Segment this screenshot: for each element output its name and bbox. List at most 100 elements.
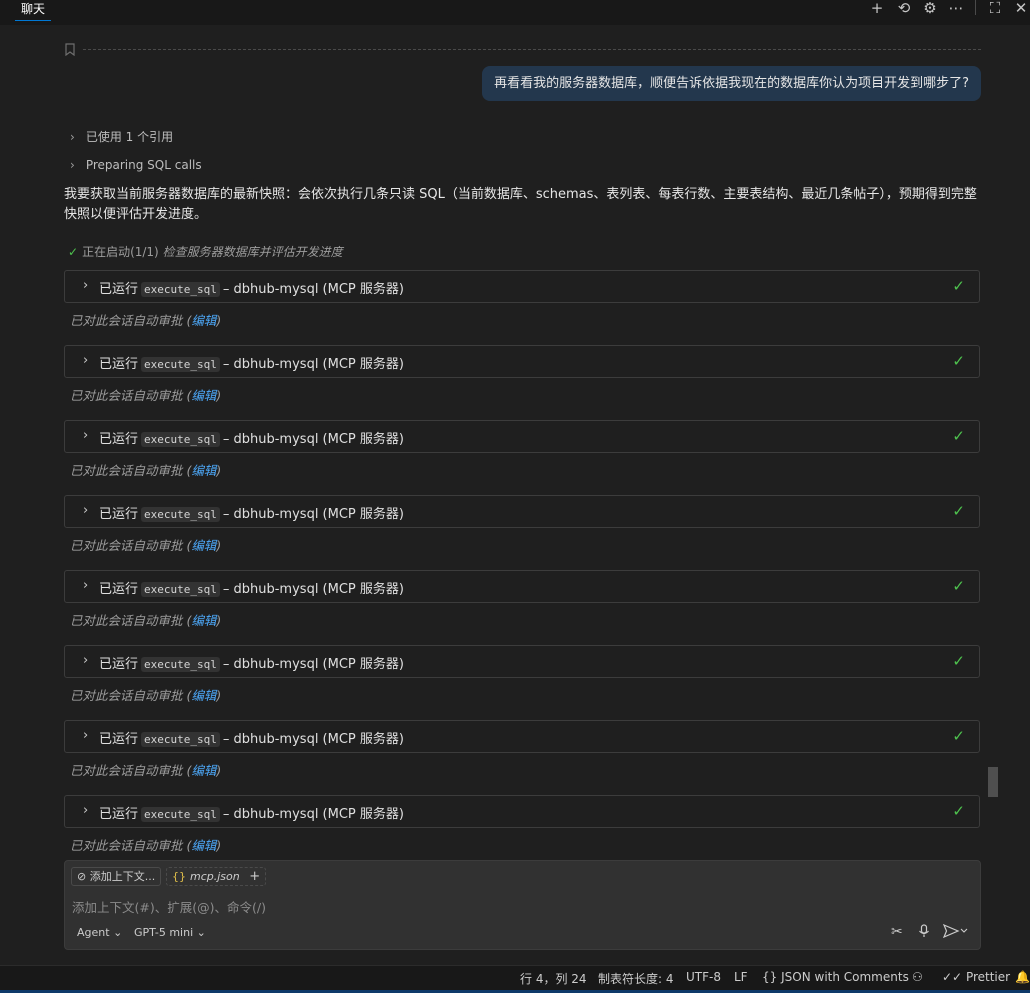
auto-approval-note: 已对此会话自动审批 (编辑) bbox=[70, 310, 221, 329]
edit-link[interactable]: 编辑 bbox=[191, 388, 216, 403]
approval-close: ) bbox=[216, 763, 222, 778]
tool-server: – dbhub-mysql (MCP 服务器) bbox=[222, 282, 404, 297]
approval-text: 已对此会话自动审批 ( bbox=[70, 688, 192, 703]
auto-approval-note: 已对此会话自动审批 (编辑) bbox=[70, 460, 221, 479]
check-icon: ✓ bbox=[952, 802, 965, 820]
cursor-position[interactable]: 行 4，列 24 bbox=[520, 970, 587, 987]
check-icon: ✓ bbox=[952, 652, 965, 670]
line-ending[interactable]: LF bbox=[734, 970, 748, 984]
approval-text: 已对此会话自动审批 ( bbox=[70, 763, 192, 778]
check-icon: ✓ bbox=[952, 352, 965, 370]
chat-input-box[interactable]: ⊘ 添加上下文... {} mcp.json + 添加上下文(#)、扩展(@)、命… bbox=[64, 860, 981, 950]
file-context-chip[interactable]: {} mcp.json + bbox=[166, 867, 267, 886]
tool-call-label: 已运行 execute_sql – dbhub-mysql (MCP 服务器) bbox=[99, 353, 404, 372]
tool-call-card[interactable]: › 已运行 execute_sql – dbhub-mysql (MCP 服务器) ✓ bbox=[64, 345, 980, 378]
check-icon: ✓ bbox=[952, 502, 965, 520]
assistant-message: 我要获取当前服务器数据库的最新快照：会依次执行几条只读 SQL（当前数据库、sc… bbox=[64, 187, 977, 222]
history-icon[interactable]: ⟲ bbox=[893, 0, 915, 18]
add-context-button[interactable]: ⊘ 添加上下文... bbox=[71, 867, 162, 886]
approval-close: ) bbox=[216, 538, 222, 553]
new-chat-icon[interactable]: + bbox=[866, 0, 888, 18]
tool-call-label: 已运行 execute_sql – dbhub-mysql (MCP 服务器) bbox=[99, 278, 404, 297]
edit-link[interactable]: 编辑 bbox=[191, 463, 216, 478]
tool-call-label: 已运行 execute_sql – dbhub-mysql (MCP 服务器) bbox=[99, 653, 404, 672]
json-file-icon: {} bbox=[172, 870, 186, 883]
chat-transcript[interactable]: 再看看我的服务器数据库，顺便告诉依据我现在的数据库你认为项目开发到哪步了? › … bbox=[0, 25, 1000, 960]
tool-name: execute_sql bbox=[141, 507, 220, 522]
tool-name: execute_sql bbox=[141, 357, 220, 372]
chevron-right-icon: › bbox=[83, 428, 89, 443]
check-icon: ✓ bbox=[952, 577, 965, 595]
mode-picker[interactable]: Agent ⌄ bbox=[77, 926, 122, 939]
close-icon[interactable]: ✕ bbox=[1010, 0, 1030, 18]
more-icon[interactable]: ⋯ bbox=[945, 0, 967, 18]
bookmark-icon bbox=[65, 43, 79, 57]
scrollbar-thumb[interactable] bbox=[988, 767, 998, 797]
tab-size[interactable]: 制表符长度: 4 bbox=[598, 970, 674, 987]
chevron-right-icon: › bbox=[70, 158, 75, 172]
language-mode[interactable]: {} JSON with Comments bbox=[762, 970, 909, 984]
approval-text: 已对此会话自动审批 ( bbox=[70, 463, 192, 478]
approval-close: ) bbox=[216, 838, 222, 853]
edit-link[interactable]: 编辑 bbox=[191, 688, 216, 703]
chevron-right-icon: › bbox=[70, 130, 75, 144]
tool-server: – dbhub-mysql (MCP 服务器) bbox=[222, 807, 404, 822]
settings-icon[interactable]: ⚙ bbox=[919, 0, 941, 18]
model-label: GPT-5 mini bbox=[134, 926, 194, 939]
send-icon[interactable] bbox=[942, 923, 969, 942]
preparing-label: Preparing SQL calls bbox=[85, 158, 202, 172]
notifications-icon[interactable]: 🔔 bbox=[1015, 970, 1030, 984]
auto-approval-note: 已对此会话自动审批 (编辑) bbox=[70, 535, 221, 554]
divider bbox=[83, 49, 981, 50]
copilot-icon[interactable]: ⚇ bbox=[912, 970, 923, 984]
auto-approval-note: 已对此会话自动审批 (编辑) bbox=[70, 385, 221, 404]
tool-call-label: 已运行 execute_sql – dbhub-mysql (MCP 服务器) bbox=[99, 428, 404, 447]
chevron-right-icon: › bbox=[83, 353, 89, 368]
tool-call-card[interactable]: › 已运行 execute_sql – dbhub-mysql (MCP 服务器) ✓ bbox=[64, 720, 980, 753]
edit-link[interactable]: 编辑 bbox=[191, 313, 216, 328]
toolbar-divider bbox=[975, 0, 976, 15]
tool-server: – dbhub-mysql (MCP 服务器) bbox=[222, 507, 404, 522]
tool-call-card[interactable]: › 已运行 execute_sql – dbhub-mysql (MCP 服务器) ✓ bbox=[64, 795, 980, 828]
formatter[interactable]: ✓✓ Prettier bbox=[942, 970, 1010, 984]
check-icon: ✓ bbox=[952, 727, 965, 745]
tool-call-card[interactable]: › 已运行 execute_sql – dbhub-mysql (MCP 服务器) ✓ bbox=[64, 495, 980, 528]
chevron-down-icon: ⌄ bbox=[196, 926, 206, 939]
tool-call-card[interactable]: › 已运行 execute_sql – dbhub-mysql (MCP 服务器) ✓ bbox=[64, 645, 980, 678]
tool-name: execute_sql bbox=[141, 807, 220, 822]
tool-call-card[interactable]: › 已运行 execute_sql – dbhub-mysql (MCP 服务器) ✓ bbox=[64, 420, 980, 453]
tool-call-prefix: 已运行 bbox=[99, 432, 139, 447]
edit-link[interactable]: 编辑 bbox=[191, 538, 216, 553]
add-icon[interactable]: + bbox=[249, 869, 260, 884]
tool-call-prefix: 已运行 bbox=[99, 732, 139, 747]
tool-call-prefix: 已运行 bbox=[99, 282, 139, 297]
chevron-right-icon: › bbox=[83, 803, 89, 818]
tool-call-prefix: 已运行 bbox=[99, 657, 139, 672]
progress-task: 检查服务器数据库并评估开发进度 bbox=[162, 245, 343, 259]
tool-name: execute_sql bbox=[141, 732, 220, 747]
tool-call-label: 已运行 execute_sql – dbhub-mysql (MCP 服务器) bbox=[99, 728, 404, 747]
tool-call-label: 已运行 execute_sql – dbhub-mysql (MCP 服务器) bbox=[99, 803, 404, 822]
chevron-right-icon: › bbox=[83, 653, 89, 668]
encoding[interactable]: UTF-8 bbox=[686, 970, 721, 984]
paperclip-icon: ⊘ bbox=[77, 870, 87, 883]
edit-link[interactable]: 编辑 bbox=[191, 763, 216, 778]
maximize-icon[interactable]: ⛶ bbox=[984, 0, 1006, 18]
mode-label: Agent bbox=[77, 926, 110, 939]
microphone-icon[interactable] bbox=[918, 924, 930, 942]
tool-call-card[interactable]: › 已运行 execute_sql – dbhub-mysql (MCP 服务器) ✓ bbox=[64, 570, 980, 603]
tool-call-prefix: 已运行 bbox=[99, 357, 139, 372]
tool-name: execute_sql bbox=[141, 582, 220, 597]
tools-icon[interactable]: ✂ bbox=[891, 924, 903, 940]
references-label: 已使用 1 个引用 bbox=[85, 130, 174, 144]
chat-input[interactable]: 添加上下文(#)、扩展(@)、命令(/) bbox=[72, 897, 266, 916]
edit-link[interactable]: 编辑 bbox=[191, 838, 216, 853]
tab-chat[interactable]: 聊天 bbox=[15, 0, 52, 21]
tool-call-card[interactable]: › 已运行 execute_sql – dbhub-mysql (MCP 服务器) ✓ bbox=[64, 270, 980, 303]
references-toggle[interactable]: › 已使用 1 个引用 bbox=[70, 128, 173, 145]
edit-link[interactable]: 编辑 bbox=[191, 613, 216, 628]
model-picker[interactable]: GPT-5 mini ⌄ bbox=[134, 926, 206, 939]
chevron-right-icon: › bbox=[83, 503, 89, 518]
preparing-toggle[interactable]: › Preparing SQL calls bbox=[70, 158, 202, 172]
approval-text: 已对此会话自动审批 ( bbox=[70, 313, 192, 328]
